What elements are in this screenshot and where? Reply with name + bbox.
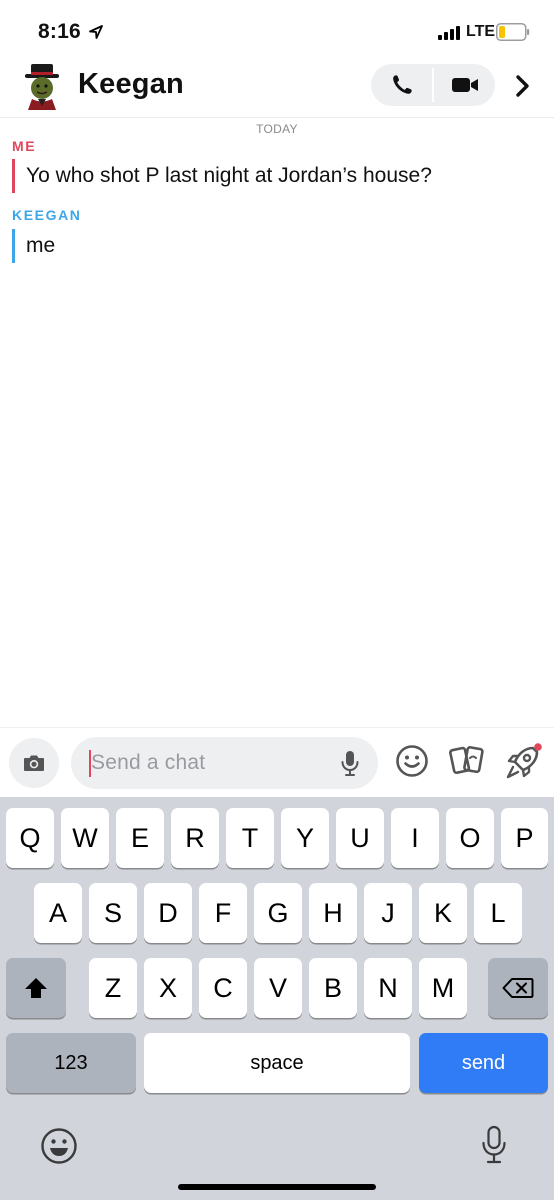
key-k[interactable]: K [419, 883, 467, 943]
call-buttons-group [371, 64, 495, 106]
cellular-signal-icon [438, 26, 460, 40]
voice-call-button[interactable] [371, 64, 432, 106]
emoji-keyboard-icon[interactable] [40, 1127, 78, 1165]
key-c[interactable]: C [199, 958, 247, 1018]
rocket-icon[interactable] [503, 742, 543, 782]
backspace-icon [502, 978, 534, 998]
cards-icon[interactable] [449, 743, 487, 779]
dictation-microphone-icon[interactable] [480, 1125, 508, 1165]
video-camera-icon [451, 78, 478, 92]
backspace-key[interactable] [488, 958, 548, 1018]
key-h[interactable]: H [309, 883, 357, 943]
chat-input-bar: Send a chat [0, 727, 554, 797]
status-time: 8:16 [38, 20, 81, 43]
shift-arrow-icon [25, 978, 47, 998]
message-text[interactable]: me [12, 229, 55, 263]
key-p[interactable]: P [501, 808, 548, 868]
key-v[interactable]: V [254, 958, 302, 1018]
status-bar: 8:16 LTE [0, 0, 554, 60]
space-key[interactable]: space [144, 1033, 410, 1093]
key-q[interactable]: Q [6, 808, 54, 868]
camera-icon [24, 755, 44, 771]
key-l[interactable]: L [474, 883, 522, 943]
key-r[interactable]: R [171, 808, 219, 868]
message-text[interactable]: Yo who shot P last night at Jordan’s hou… [12, 159, 432, 193]
network-label: LTE [466, 23, 496, 40]
key-g[interactable]: G [254, 883, 302, 943]
key-i[interactable]: I [391, 808, 439, 868]
date-separator: TODAY [256, 122, 298, 136]
key-x[interactable]: X [144, 958, 192, 1018]
chat-input[interactable]: Send a chat [71, 737, 378, 789]
smiley-icon[interactable] [395, 744, 429, 778]
home-indicator[interactable] [178, 1184, 376, 1190]
key-o[interactable]: O [446, 808, 494, 868]
key-f[interactable]: F [199, 883, 247, 943]
chat-input-placeholder: Send a chat [91, 751, 206, 774]
shift-key[interactable] [6, 958, 66, 1018]
key-e[interactable]: E [116, 808, 164, 868]
battery-low-icon [496, 23, 530, 41]
phone-icon [392, 75, 412, 94]
key-u[interactable]: U [336, 808, 384, 868]
key-j[interactable]: J [364, 883, 412, 943]
header-divider [0, 117, 554, 118]
numbers-key[interactable]: 123 [6, 1033, 136, 1093]
send-key[interactable]: send [419, 1033, 548, 1093]
key-s[interactable]: S [89, 883, 137, 943]
key-w[interactable]: W [61, 808, 109, 868]
key-t[interactable]: T [226, 808, 274, 868]
key-b[interactable]: B [309, 958, 357, 1018]
contact-name[interactable]: Keegan [78, 68, 184, 101]
sender-label-me: ME [12, 138, 37, 154]
key-z[interactable]: Z [89, 958, 137, 1018]
keyboard: Q W E R T Y U I O P A S D F G H J K L Z … [0, 797, 554, 1200]
video-call-button[interactable] [434, 64, 495, 106]
avatar[interactable] [22, 62, 62, 110]
key-a[interactable]: A [34, 883, 82, 943]
location-arrow-icon [89, 25, 103, 39]
microphone-icon[interactable] [339, 749, 361, 777]
chevron-right-icon[interactable] [508, 72, 538, 100]
sender-label-keegan: KEEGAN [12, 207, 82, 223]
key-n[interactable]: N [364, 958, 412, 1018]
key-m[interactable]: M [419, 958, 467, 1018]
key-d[interactable]: D [144, 883, 192, 943]
camera-button[interactable] [9, 738, 59, 788]
chat-header: Keegan [0, 60, 554, 116]
key-y[interactable]: Y [281, 808, 329, 868]
